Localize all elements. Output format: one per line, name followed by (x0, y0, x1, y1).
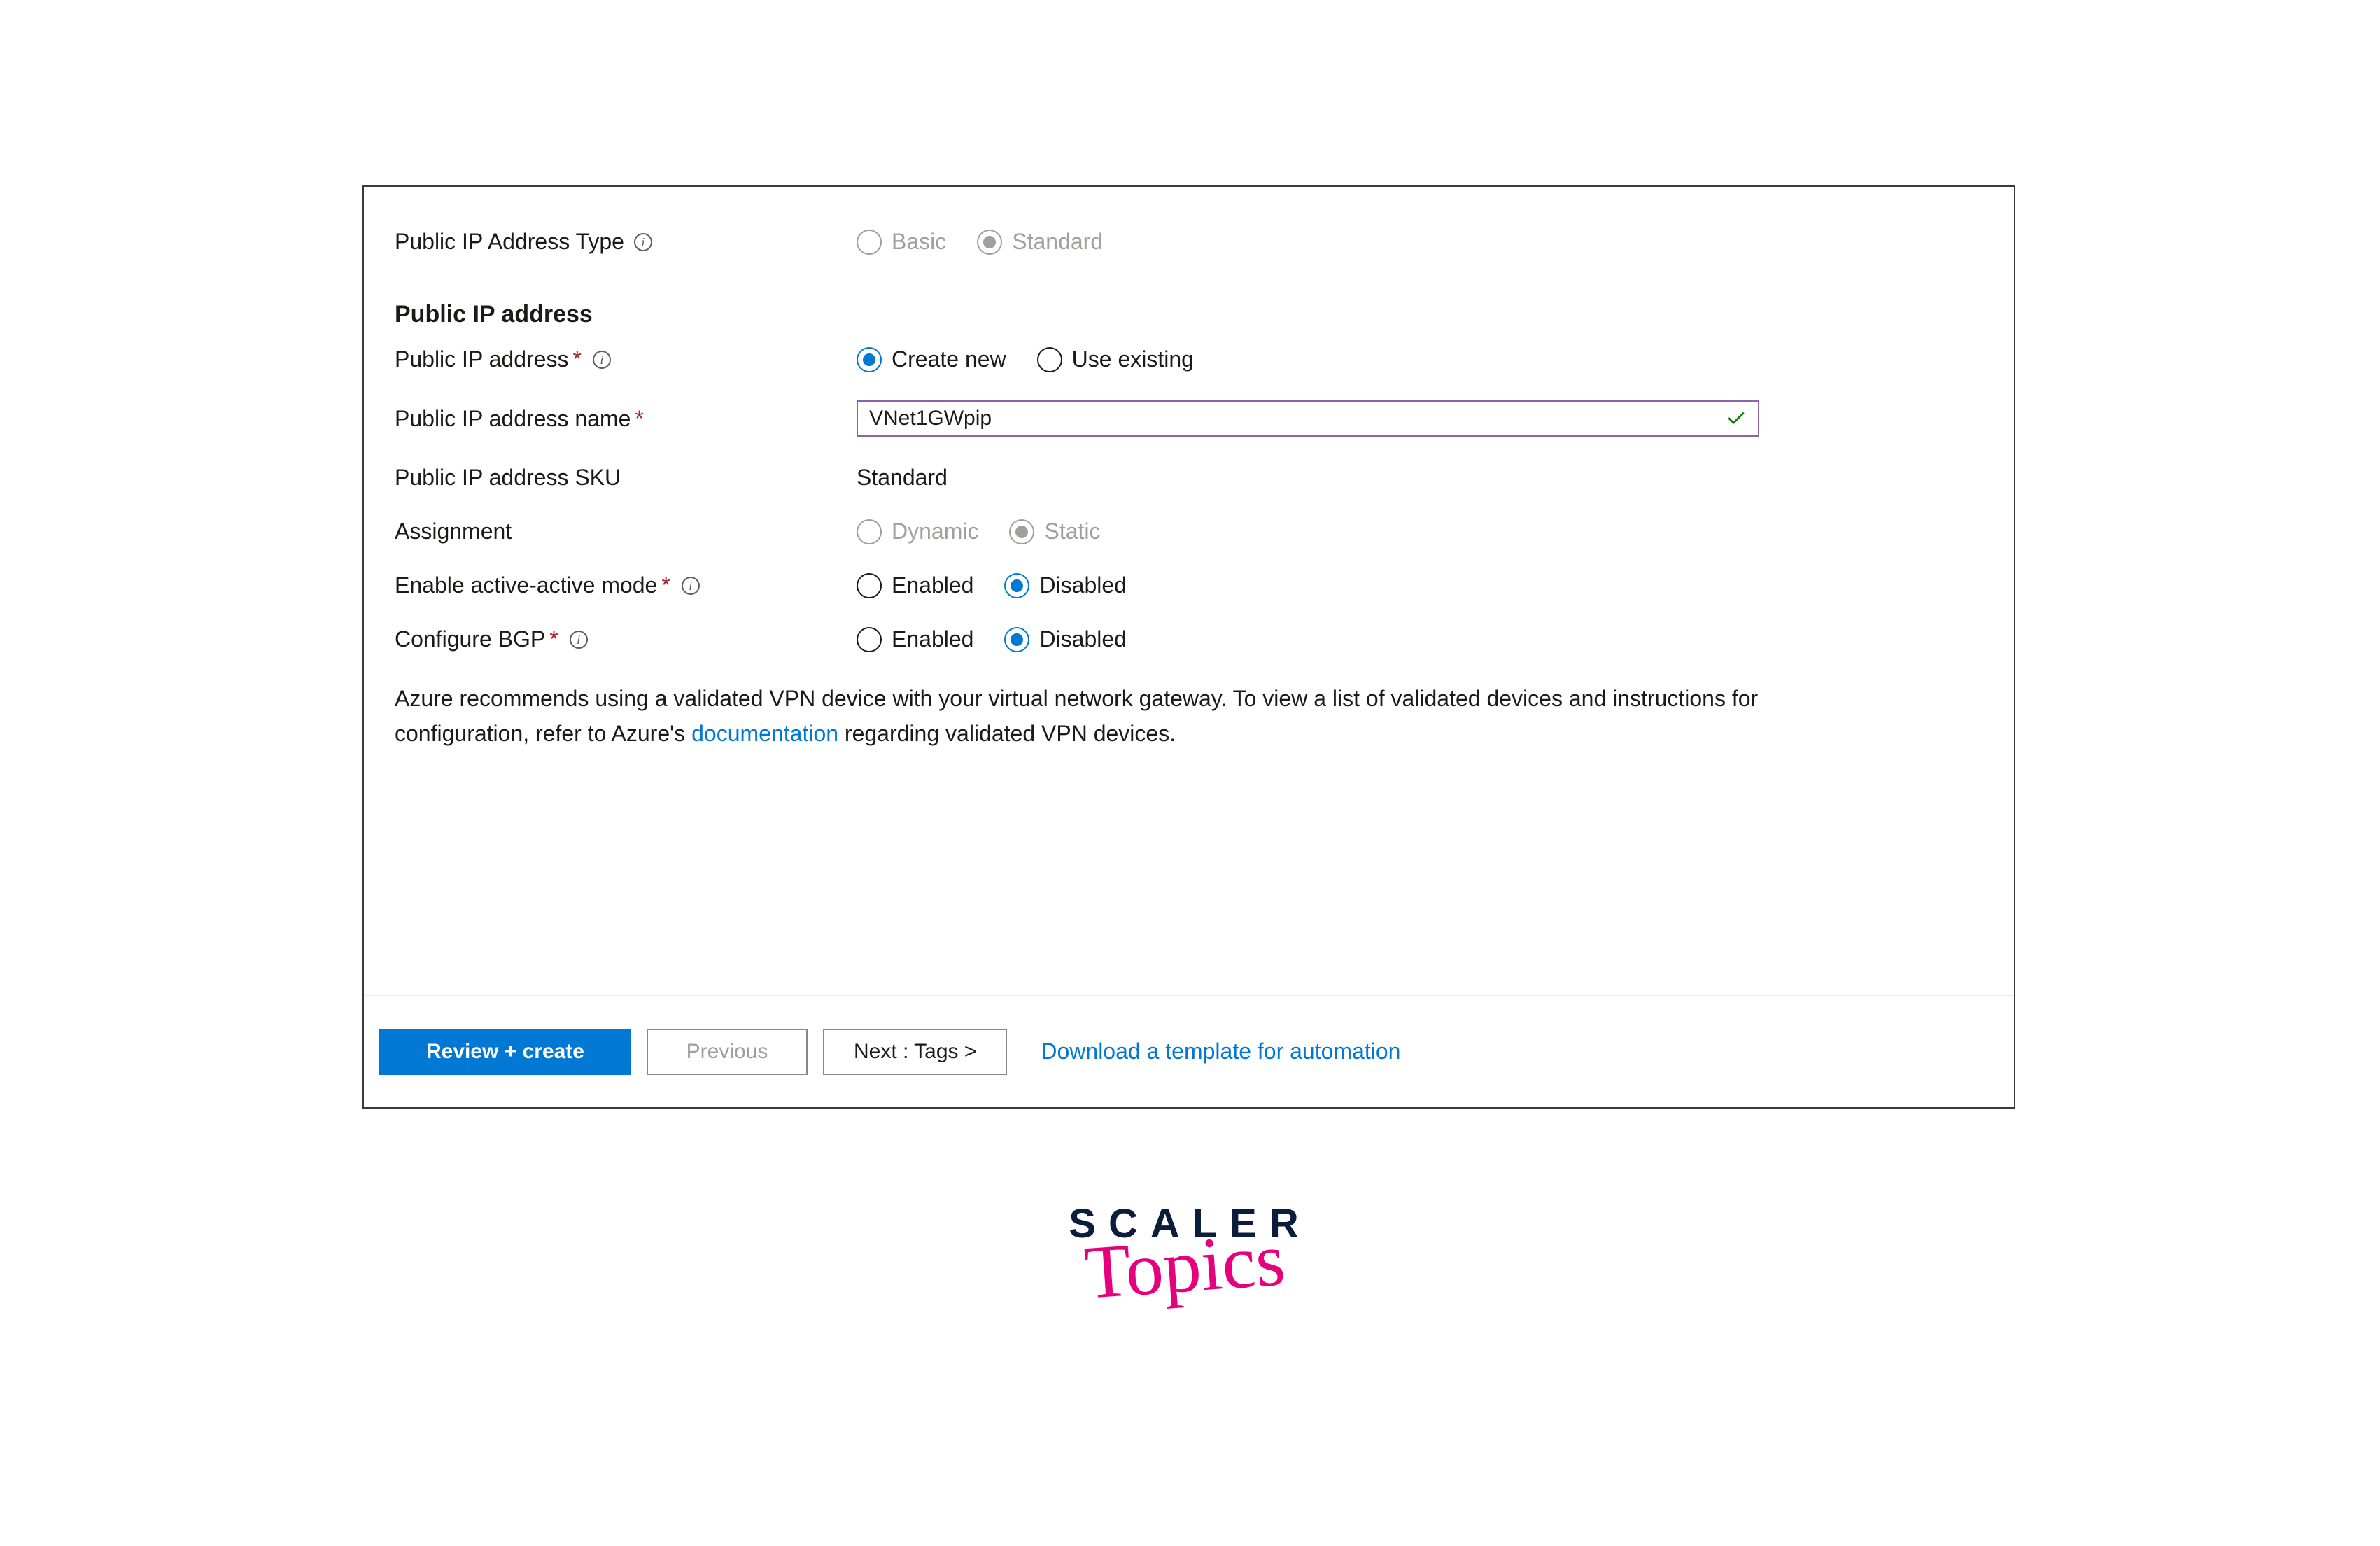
row-assignment: Assignment Dynamic Static (395, 519, 1983, 544)
row-bgp: Configure BGP * i Enabled Disabled (395, 626, 1983, 652)
row-active-active: Enable active-active mode * i Enabled Di… (395, 572, 1983, 598)
radio-active-disabled-label: Disabled (1039, 572, 1127, 598)
radio-assignment-dynamic-label: Dynamic (892, 519, 978, 544)
row-ip-sku: Public IP address SKU Standard (395, 465, 1983, 491)
radio-ip-create-new-label: Create new (892, 346, 1006, 372)
radio-ip-type-standard: Standard (977, 229, 1103, 255)
label-ip-type: Public IP Address Type i (395, 229, 857, 255)
documentation-link[interactable]: documentation (691, 721, 838, 746)
ip-name-input[interactable] (857, 400, 1759, 437)
radio-ip-create-new[interactable]: Create new (857, 346, 1006, 372)
radio-ip-use-existing-label: Use existing (1072, 346, 1194, 372)
radio-ip-type-standard-label: Standard (1012, 229, 1103, 255)
check-icon (1726, 408, 1747, 429)
radio-bgp-enabled-label: Enabled (892, 626, 973, 652)
label-ip-sku-text: Public IP address SKU (395, 465, 621, 491)
label-ip-name: Public IP address name * (395, 406, 857, 432)
radio-assignment-static-label: Static (1044, 519, 1100, 544)
row-ip-name: Public IP address name * (395, 400, 1983, 437)
section-heading-public-ip: Public IP address (395, 301, 1983, 328)
label-ip-sku: Public IP address SKU (395, 465, 857, 491)
radio-ip-type-basic: Basic (857, 229, 946, 255)
wizard-footer: Review + create Previous Next : Tags > D… (364, 995, 2014, 1107)
radio-active-enabled-label: Enabled (892, 572, 973, 598)
radio-bgp-enabled[interactable]: Enabled (857, 626, 973, 652)
label-bgp: Configure BGP * i (395, 626, 857, 652)
row-ip-address: Public IP address * i Create new Use exi… (395, 346, 1983, 372)
vpn-device-note: Azure recommends using a validated VPN d… (395, 682, 1766, 751)
radio-ip-use-existing[interactable]: Use existing (1037, 346, 1194, 372)
label-ip-address: Public IP address * i (395, 346, 857, 372)
scaler-topics-logo: SCALER Topics (1069, 1204, 1311, 1293)
required-asterisk: * (635, 406, 643, 432)
row-ip-type: Public IP Address Type i Basic Standard (395, 229, 1983, 255)
required-asterisk: * (572, 346, 581, 372)
create-gateway-panel: Public IP Address Type i Basic Standard … (362, 185, 2015, 1109)
radio-bgp-disabled[interactable]: Disabled (1004, 626, 1127, 652)
label-bgp-text: Configure BGP (395, 626, 545, 652)
required-asterisk: * (661, 572, 670, 598)
radio-ip-type-basic-label: Basic (892, 229, 946, 255)
radio-active-disabled[interactable]: Disabled (1004, 572, 1127, 598)
note-post: regarding validated VPN devices. (838, 721, 1176, 746)
label-assignment: Assignment (395, 519, 857, 544)
radio-bgp-disabled-label: Disabled (1039, 626, 1127, 652)
download-template-link[interactable]: Download a template for automation (1041, 1039, 1400, 1064)
info-icon[interactable]: i (570, 631, 588, 649)
info-icon[interactable]: i (634, 233, 652, 251)
label-ip-address-text: Public IP address (395, 346, 568, 372)
ip-name-input-wrap (857, 400, 1759, 437)
previous-button: Previous (647, 1029, 808, 1075)
form-area: Public IP Address Type i Basic Standard … (364, 187, 2014, 995)
radio-assignment-dynamic: Dynamic (857, 519, 978, 544)
radio-assignment-static: Static (1009, 519, 1100, 544)
review-create-button[interactable]: Review + create (379, 1029, 631, 1075)
ip-sku-value: Standard (857, 465, 948, 491)
info-icon[interactable]: i (593, 351, 611, 369)
label-active-active-text: Enable active-active mode (395, 572, 657, 598)
label-ip-name-text: Public IP address name (395, 406, 631, 432)
label-ip-type-text: Public IP Address Type (395, 229, 624, 255)
brand-topics-text: Topics (1062, 1232, 1307, 1302)
info-icon[interactable]: i (682, 577, 700, 595)
required-asterisk: * (549, 626, 558, 652)
label-assignment-text: Assignment (395, 519, 512, 544)
label-active-active: Enable active-active mode * i (395, 572, 857, 598)
next-button[interactable]: Next : Tags > (823, 1029, 1007, 1075)
radio-active-enabled[interactable]: Enabled (857, 572, 973, 598)
